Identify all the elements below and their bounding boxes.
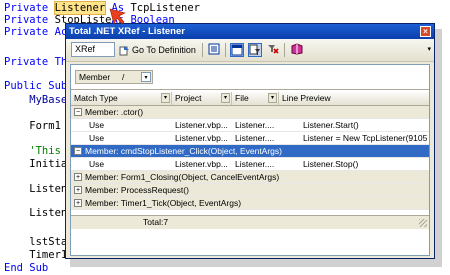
group-row[interactable]: + Member: ProcessRequest() <box>71 184 429 197</box>
toolbar-separator <box>284 43 285 57</box>
pointer-arrow-icon <box>109 8 126 25</box>
window-titlebar[interactable]: Total .NET XRef - Listener × <box>66 24 434 39</box>
goto-definition-label: Go To Definition <box>132 45 196 55</box>
sort-indicator: / <box>122 72 125 82</box>
expand-icon[interactable]: + <box>74 186 82 194</box>
code-line: 'This <box>4 145 61 157</box>
code-line: lstSta <box>4 236 68 248</box>
group-row[interactable]: − Member: .ctor() <box>71 106 429 119</box>
file-cell: Listener.... <box>235 159 275 169</box>
column-header-line-preview[interactable]: Line Preview <box>279 92 429 105</box>
code-line: Initia <box>4 158 68 170</box>
toolbar-separator <box>202 43 203 57</box>
toolbar-separator <box>225 43 226 57</box>
clear-icon[interactable] <box>266 43 280 57</box>
file-cell: Listener.... <box>235 120 275 130</box>
group-label: Member: Form1_Closing(Object, CancelEven… <box>85 172 280 182</box>
toolbar-overflow-icon[interactable]: ▾ <box>427 45 431 53</box>
expand-icon[interactable]: + <box>74 173 82 181</box>
groupby-chip[interactable]: Member / ▾ <box>75 70 153 84</box>
highlighted-identifier[interactable]: Listener <box>53 1 107 15</box>
results-panel: Member / ▾ Match Type ▾ Project ▾ File ▾ Li… <box>70 64 430 256</box>
goto-definition-icon <box>119 46 129 56</box>
results-footer: Total:7 <box>71 215 429 229</box>
book-icon[interactable] <box>290 43 304 57</box>
match-type-cell: Use <box>89 159 105 169</box>
filter-icon[interactable] <box>248 43 262 57</box>
result-row[interactable]: Use Listener.vbp... Listener.... Listener =… <box>71 132 429 145</box>
collapse-icon[interactable]: − <box>74 147 82 155</box>
code-line: Public Sub <box>4 80 68 92</box>
project-cell: Listener.vbp... <box>175 159 228 169</box>
code-line: Private Th <box>4 56 68 68</box>
toolbar: XRef Go To Definition ▾ <box>66 39 434 62</box>
line-preview-cell: Listener.Stop() <box>303 159 359 169</box>
window-icon[interactable] <box>230 43 244 57</box>
group-row[interactable]: − Member: cmdStopListener_Click(Object, E… <box>71 145 429 158</box>
chevron-down-icon[interactable]: ▾ <box>221 93 230 103</box>
goto-definition-button[interactable]: Go To Definition <box>119 42 199 58</box>
code-line: MyBase <box>4 94 68 106</box>
groupby-label: Member <box>79 72 111 82</box>
project-cell: Listener.vbp... <box>175 133 228 143</box>
file-cell: Listener.... <box>235 133 275 143</box>
list-icon[interactable] <box>207 43 221 57</box>
code-line: Form1 <box>4 120 61 132</box>
chevron-down-icon[interactable]: ▾ <box>268 93 277 103</box>
total-count: Total:7 <box>143 217 169 227</box>
group-label: Member: .ctor() <box>85 107 144 117</box>
code-line: End Sub <box>4 262 49 274</box>
result-row[interactable]: Use Listener.vbp... Listener.... Listener.S… <box>71 158 429 171</box>
collapse-icon[interactable]: − <box>74 108 82 116</box>
resize-grip[interactable] <box>419 219 427 227</box>
code-line: Listen <box>4 207 68 219</box>
column-header-match-type[interactable]: Match Type ▾ <box>71 92 172 105</box>
column-header-project[interactable]: Project ▾ <box>172 92 232 105</box>
group-label: Member: cmdStopListener_Click(Object, Ev… <box>85 146 282 156</box>
line-preview-cell: Listener = New TcpListener(9105) <box>303 133 427 143</box>
group-row[interactable]: + Member: Timer1_Tick(Object, EventArgs) <box>71 197 429 210</box>
code-line: Private Ac <box>4 26 68 38</box>
project-cell: Listener.vbp... <box>175 120 228 130</box>
code-line: Private Listener As TcpListener <box>4 1 200 15</box>
group-row[interactable]: + Member: Form1_Closing(Object, CancelEve… <box>71 171 429 184</box>
result-row[interactable]: Use Listener.vbp... Listener.... Listener.S… <box>71 119 429 132</box>
expand-icon[interactable]: + <box>74 199 82 207</box>
chevron-down-icon[interactable]: ▾ <box>161 93 170 103</box>
chevron-down-icon[interactable]: ▾ <box>141 72 151 82</box>
match-type-cell: Use <box>89 133 105 143</box>
group-label: Member: ProcessRequest() <box>85 185 189 195</box>
code-line: Listen <box>4 183 68 195</box>
match-type-cell: Use <box>89 120 105 130</box>
window-title: Total .NET XRef - Listener <box>69 26 185 37</box>
xref-window: Total .NET XRef - Listener × XRef Go To … <box>65 23 435 259</box>
groupby-bar: Member / ▾ <box>71 65 429 90</box>
results-header: Match Type ▾ Project ▾ File ▾ Line Preview <box>71 92 429 106</box>
group-label: Member: Timer1_Tick(Object, EventArgs) <box>85 198 242 208</box>
line-preview-cell: Listener.Start() <box>303 120 359 130</box>
xref-combo[interactable]: XRef <box>71 42 115 57</box>
column-header-file[interactable]: File ▾ <box>232 92 279 105</box>
close-icon[interactable]: × <box>420 26 431 37</box>
